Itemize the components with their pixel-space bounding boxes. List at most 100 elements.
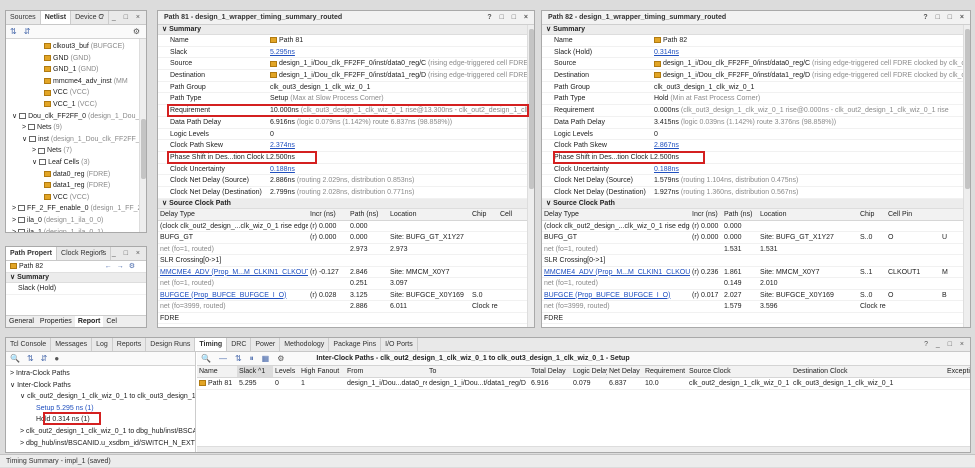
netlist-tree-item[interactable]: > Nets (7) — [6, 145, 146, 157]
column-header[interactable]: Path (ns) — [722, 209, 758, 220]
column-header[interactable]: Slack ^1 — [237, 366, 273, 377]
table-row[interactable]: SLR Crossing[0->1] — [158, 255, 534, 267]
tab-sources[interactable]: Sources — [6, 11, 41, 24]
tab-path-properties[interactable]: Path Propert — [6, 247, 58, 260]
column-header[interactable]: Logic Delay — [571, 366, 607, 377]
gear-icon[interactable]: ⚙ — [133, 27, 140, 36]
gear-icon[interactable]: ⚙ — [277, 354, 284, 363]
summary-value[interactable]: 5.295ns — [270, 47, 534, 58]
collapse-icon[interactable]: ⇅ — [235, 354, 242, 363]
tab-timing[interactable]: Timing — [195, 338, 228, 351]
pause-icon[interactable]: ⏸ — [250, 354, 254, 364]
netlist-tree-item[interactable]: ∨ Leaf Cells (3) — [6, 157, 146, 169]
column-header[interactable]: High Fanout — [299, 366, 345, 377]
table-cell[interactable]: BUFGCE (Prop_BUFCE_BUFGCE_I_O) — [158, 290, 308, 301]
summary-value-link[interactable]: 5.295ns — [270, 49, 295, 56]
summary-value[interactable]: 0.188ns — [654, 164, 970, 175]
summary-value-link[interactable]: 0.188ns — [270, 166, 295, 173]
table-row[interactable]: FDRE — [542, 313, 970, 325]
column-header[interactable]: From — [345, 366, 427, 377]
column-header[interactable]: Path (ns) — [348, 209, 388, 220]
summary-value-link[interactable]: 0.314ns — [654, 49, 679, 56]
timing-tree-item[interactable]: ∨ clk_out2_design_1_clk_wiz_0_1 to clk_o… — [6, 391, 195, 403]
column-header[interactable]: Levels — [273, 366, 299, 377]
expand-toggle-icon[interactable]: ∨ — [12, 113, 19, 120]
timing-tree-item[interactable]: > Intra-Clock Paths — [6, 368, 195, 380]
netlist-tree-item[interactable]: VCC (VCC) — [6, 87, 146, 99]
window-controls[interactable]: ? _ □ × — [100, 11, 143, 24]
timing-path-row[interactable]: Path 81 5.295 0 1 design_1_i/Dou...data0_reg… — [197, 378, 970, 390]
column-header[interactable]: Cell — [498, 209, 518, 220]
expand-toggle-icon[interactable]: ∨ — [32, 159, 39, 166]
collapse-all-icon[interactable]: ⇅ — [10, 27, 17, 36]
table-row[interactable]: net (fo=1, routed) 0.251 3.097 — [158, 278, 534, 290]
path81-scrollbar[interactable] — [527, 25, 534, 327]
netlist-tree-item[interactable]: data1_reg (FDRE) — [6, 180, 146, 192]
netlist-tree-item[interactable]: data0_reg (FDRE) — [6, 169, 146, 181]
column-header[interactable]: Delay Type — [158, 209, 308, 220]
timing-tree-item[interactable]: > clk_out2_design_1_clk_wiz_0_1 to dbg_h… — [6, 426, 195, 438]
column-header[interactable]: Incr (ns) — [690, 209, 722, 220]
summary-value-link[interactable]: 2.374ns — [270, 142, 295, 149]
table-row[interactable]: BUFGCE (Prop_BUFCE_BUFGCE_I_O) (r) 0.028 3… — [158, 290, 534, 302]
expand-toggle-icon[interactable]: ∨ — [22, 136, 29, 143]
netlist-tree-item[interactable]: > FF_2_FF_enable_0 (design_1_FF_2 — [6, 203, 146, 215]
netlist-tree-item[interactable]: GND_1 (GND) — [6, 64, 146, 76]
tab-design-runs[interactable]: Design Runs — [146, 338, 196, 351]
expand-all-icon[interactable]: ⇵ — [41, 354, 48, 363]
source-clock-header[interactable]: ∨ Source Clock Path — [542, 198, 970, 209]
column-header[interactable]: Destination Clock — [791, 366, 945, 377]
collapse-all-icon[interactable]: ⇅ — [27, 354, 34, 363]
column-header[interactable]: Net Delay — [607, 366, 643, 377]
table-row[interactable]: (clock clk_out2_design_...clk_wiz_0_1 ri… — [158, 221, 534, 233]
column-header[interactable]: Name — [197, 366, 237, 377]
timing-tree-item[interactable]: ∨ Inter-Clock Paths — [6, 380, 195, 392]
tab-properties[interactable]: Properties — [37, 316, 75, 327]
timing-tree-item[interactable]: > dbg_hub/inst/BSCANID.u_xsdbm_id/SWITCH… — [6, 438, 195, 450]
netlist-tree-item[interactable]: > ila_0 (design_1_ila_0_0) — [6, 215, 146, 227]
tab-drc[interactable]: DRC — [227, 338, 252, 351]
table-row[interactable]: BUFG_GT (r) 0.000 0.000 Site: BUFG_GT_X1Y27 — [158, 232, 534, 244]
table-row[interactable]: FDRE — [158, 313, 534, 325]
tab-methodology[interactable]: Methodology — [280, 338, 330, 351]
timing-hscroll[interactable] — [197, 446, 970, 452]
tab-reports[interactable]: Reports — [113, 338, 147, 351]
tab-power[interactable]: Power — [251, 338, 281, 351]
summary-header[interactable]: ∨ Summary — [6, 273, 146, 283]
netlist-tree-item[interactable]: clkout3_buf (BUFGCE) — [6, 41, 146, 53]
tab-messages[interactable]: Messages — [51, 338, 93, 351]
netlist-tree-item[interactable]: GND (GND) — [6, 53, 146, 65]
table-row[interactable]: BUFGCE (Prop_BUFCE_BUFGCE_I_O) (r) 0.017 2… — [542, 290, 970, 302]
table-row[interactable]: (clock clk_out2_design_...clk_wiz_0_1 ri… — [542, 221, 970, 233]
tab-package-pins[interactable]: Package Pins — [329, 338, 382, 351]
timing-tree-item[interactable]: Setup 5.295 ns (1) — [6, 403, 195, 415]
netlist-tree-item[interactable]: > ila_1 (design_1_ila_0_1) — [6, 227, 146, 232]
column-header[interactable]: Source Clock — [687, 366, 791, 377]
minus-icon[interactable]: — — [219, 354, 227, 363]
column-header[interactable]: Chip — [470, 209, 498, 220]
timing-tree-item[interactable]: Hold 0.314 ns (1) — [6, 414, 195, 426]
table-row[interactable]: net (fo=3999, routed) 2.886 6.011 Clock reg… — [158, 301, 534, 313]
netlist-tree-item[interactable]: > Nets (9) — [6, 122, 146, 134]
summary-value-link[interactable]: 0.188ns — [654, 166, 679, 173]
netlist-tree-item[interactable]: VCC_1 (VCC) — [6, 99, 146, 111]
column-header[interactable]: Incr (ns) — [308, 209, 348, 220]
window-controls[interactable]: ? □ □ × — [487, 11, 531, 24]
column-header[interactable]: Location — [758, 209, 858, 220]
table-row[interactable]: net (fo=3999, routed) 1.579 3.596 Clock reg… — [542, 301, 970, 313]
column-header[interactable]: Requirement — [643, 366, 687, 377]
table-cell[interactable]: MMCME4_ADV (Prop_M...M_CLKIN1_CLKOUT1) — [542, 267, 690, 278]
path82-scrollbar[interactable] — [963, 25, 970, 327]
window-controls[interactable]: ? _ □ × — [100, 247, 143, 260]
table-row[interactable]: MMCME4_ADV (Prop_M...M_CLKIN1_CLKOUT1) (r… — [542, 267, 970, 279]
column-header[interactable]: Cell Pin — [886, 209, 940, 220]
table-row[interactable]: BUFG_GT (r) 0.000 0.000 Site: BUFG_GT_X1Y27… — [542, 232, 970, 244]
netlist-scrollbar[interactable] — [139, 39, 146, 232]
summary-header[interactable]: ∨ Summary — [542, 25, 970, 35]
summary-value[interactable]: 2.867ns — [654, 140, 970, 151]
table-row[interactable]: net (fo=1, routed) 1.531 1.531 — [542, 244, 970, 256]
table-row[interactable]: MMCME4_ADV (Prop_M...M_CLKIN1_CLKOUT1) (r… — [158, 267, 534, 279]
summary-value-link[interactable]: 2.867ns — [654, 142, 679, 149]
search-icon[interactable]: 🔍 — [10, 354, 20, 363]
tab-log[interactable]: Log — [92, 338, 113, 351]
